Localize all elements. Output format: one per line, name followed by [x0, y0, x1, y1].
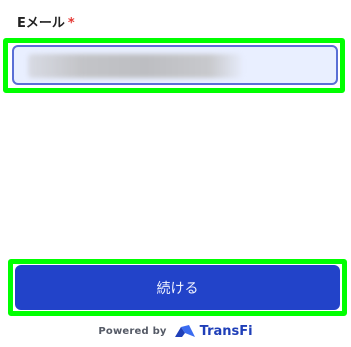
powered-by-footer: Powered by TransFi	[0, 323, 351, 339]
email-label-text: Eメール	[17, 16, 65, 31]
transfi-logo-icon	[174, 325, 195, 337]
required-marker: *	[67, 16, 75, 31]
powered-by-text: Powered by	[98, 325, 167, 337]
email-input[interactable]	[12, 45, 338, 85]
email-field-label: Eメール *	[17, 12, 75, 31]
transfi-brand-name: TransFi	[199, 323, 253, 339]
continue-button[interactable]: 続ける	[15, 265, 340, 310]
email-form-screen: Eメール * 続ける Powered by TransFi	[0, 0, 351, 347]
